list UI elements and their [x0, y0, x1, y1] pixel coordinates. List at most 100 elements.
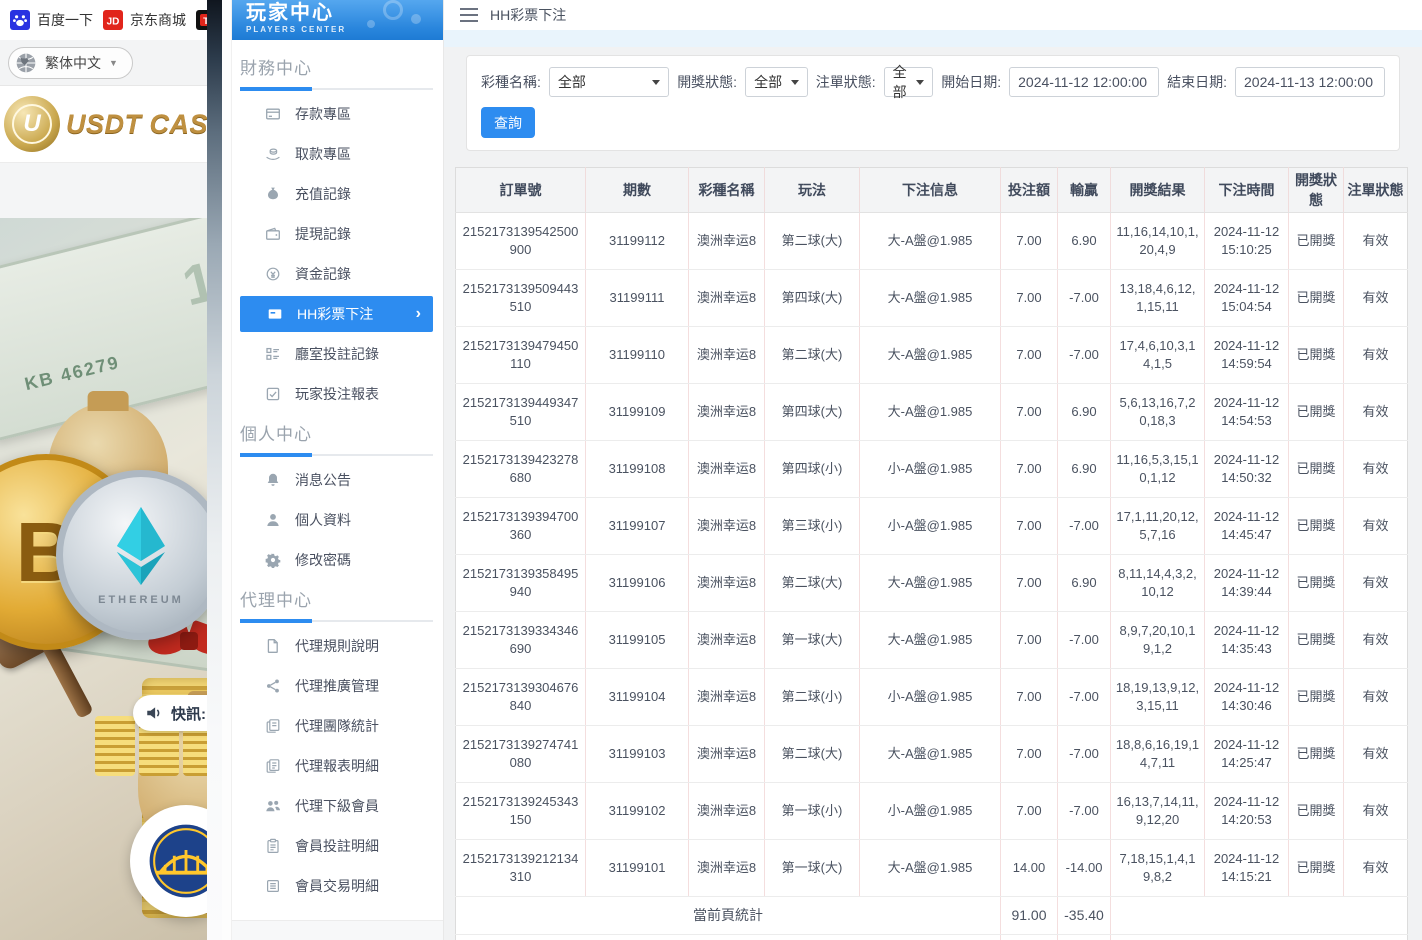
sidebar-menu-item[interactable]: HH彩票下注: [240, 296, 433, 332]
table-row[interactable]: 2152173139542500900 31199112 澳洲幸运8 第二球(大…: [456, 213, 1408, 270]
start-date-input[interactable]: [1009, 67, 1159, 97]
order-status-select[interactable]: 全部: [884, 67, 934, 97]
cell-lottery-name: 澳洲幸运8: [689, 498, 765, 555]
table-header-row: 訂單號 期數 彩種名稱 玩法 下注信息 投注額 輸贏 開獎結果 下注時間 開獎狀…: [456, 168, 1408, 213]
page-summary-row: 當前頁統計 91.00 -35.40: [456, 897, 1408, 935]
sidebar-menu-item[interactable]: 會員交易明細: [238, 866, 435, 906]
sidebar-menu-item[interactable]: 充值記錄: [238, 174, 435, 214]
bell-icon: [264, 472, 281, 489]
page-summary-empty: [1111, 897, 1408, 935]
sidebar-menu-item[interactable]: 代理團隊統計: [238, 706, 435, 746]
table-body: 2152173139542500900 31199112 澳洲幸运8 第二球(大…: [456, 213, 1408, 897]
cell-play-type: 第二球(大): [765, 726, 860, 783]
table-row[interactable]: 2152173139334346690 31199105 澳洲幸运8 第一球(大…: [456, 612, 1408, 669]
cell-draw-result: 11,16,14,10,1,20,4,9: [1111, 213, 1205, 270]
cell-bet-amount: 14.00: [1001, 840, 1058, 897]
table-row[interactable]: 2152173139423278680 31199108 澳洲幸运8 第四球(小…: [456, 441, 1408, 498]
cell-play-type: 第一球(大): [765, 840, 860, 897]
sidebar-menu-item[interactable]: 資金記錄: [238, 254, 435, 294]
sidebar-menu-item[interactable]: 會員投註明細: [238, 826, 435, 866]
cell-bet-amount: 7.00: [1001, 384, 1058, 441]
draw-status-filter-label: 開獎狀態:: [677, 72, 737, 92]
language-selector[interactable]: 繁体中文 ▼: [8, 47, 133, 79]
cell-draw-status: 已開獎: [1289, 270, 1344, 327]
cell-play-type: 第二球(小): [765, 669, 860, 726]
bookmark-jd[interactable]: JD 京东商城: [103, 10, 186, 30]
table-row[interactable]: 2152173139479450110 31199110 澳洲幸运8 第二球(大…: [456, 327, 1408, 384]
cell-bet-time: 2024-11-12 14:15:21: [1205, 840, 1289, 897]
players-center-sidebar: 玩家中心 PLAYERS CENTER 財務中心 存款專區 取款專區 充值記錄 …: [232, 0, 444, 940]
sidebar-menu-item[interactable]: 代理規則說明: [238, 626, 435, 666]
cell-bet-info: 大-A盤@1.985: [860, 327, 1001, 384]
start-date-label: 開始日期:: [941, 72, 1001, 92]
total-summary-bet: 238.00: [1001, 935, 1058, 940]
cell-order-number: 2152173139304676840: [456, 669, 586, 726]
cell-order-number: 2152173139394700360: [456, 498, 586, 555]
document-icon: [264, 638, 281, 655]
cell-play-type: 第二球(大): [765, 327, 860, 384]
usdt-coin-logo-icon: U: [4, 96, 60, 152]
table-row[interactable]: 2152173139212134310 31199101 澳洲幸运8 第一球(大…: [456, 840, 1408, 897]
cell-bet-info: 大-A盤@1.985: [860, 726, 1001, 783]
sidebar-menu-item[interactable]: 存款專區: [238, 94, 435, 134]
menu-item-label: 會員交易明細: [295, 876, 379, 896]
column-header: 投注額: [1001, 168, 1058, 213]
page-summary-bet: 91.00: [1001, 897, 1058, 935]
sidebar-menu-item[interactable]: 代理推廣管理: [238, 666, 435, 706]
table-row[interactable]: 2152173139245343150 31199102 澳洲幸运8 第一球(小…: [456, 783, 1408, 840]
table-row[interactable]: 2152173139304676840 31199104 澳洲幸运8 第二球(小…: [456, 669, 1408, 726]
cell-bet-info: 大-A盤@1.985: [860, 840, 1001, 897]
cell-win-loss: -7.00: [1058, 612, 1111, 669]
bookmark-baidu[interactable]: 百度一下: [10, 10, 93, 30]
sidebar-menu-item[interactable]: 代理報表明細: [238, 746, 435, 786]
table-row[interactable]: 2152173139449347510 31199109 澳洲幸运8 第四球(大…: [456, 384, 1408, 441]
menu-item-label: 廳室投註記錄: [295, 344, 379, 364]
sidebar-body: 財務中心 存款專區 取款專區 充值記錄 提現記錄 資金記錄 HH彩票下注 廳室投…: [232, 40, 443, 906]
cell-bet-info: 大-A盤@1.985: [860, 555, 1001, 612]
cell-bet-info: 小-A盤@1.985: [860, 498, 1001, 555]
cell-bet-amount: 7.00: [1001, 669, 1058, 726]
table-row[interactable]: 2152173139394700360 31199107 澳洲幸运8 第三球(小…: [456, 498, 1408, 555]
column-header: 注單狀態: [1344, 168, 1408, 213]
sidebar-menu-item[interactable]: 修改密碼: [238, 540, 435, 580]
table-row[interactable]: 2152173139358495940 31199106 澳洲幸运8 第二球(大…: [456, 555, 1408, 612]
cell-play-type: 第二球(大): [765, 213, 860, 270]
table-row[interactable]: 2152173139274741080 31199103 澳洲幸运8 第二球(大…: [456, 726, 1408, 783]
cell-draw-status: 已開獎: [1289, 555, 1344, 612]
member-transactions-icon: [264, 878, 281, 895]
cell-period: 31199110: [586, 327, 689, 384]
sidebar-menu-item[interactable]: 個人資料: [238, 500, 435, 540]
cell-order-number: 2152173139334346690: [456, 612, 586, 669]
cell-order-status: 有效: [1344, 498, 1408, 555]
sidebar-menu-item[interactable]: 代理下級會員: [238, 786, 435, 826]
lottery-bet-icon: [266, 306, 283, 323]
draw-status-select[interactable]: 全部: [745, 67, 808, 97]
cell-bet-amount: 7.00: [1001, 783, 1058, 840]
bank-card-icon: [264, 106, 281, 123]
cell-bet-info: 小-A盤@1.985: [860, 783, 1001, 840]
lottery-select[interactable]: 全部: [549, 67, 669, 97]
sidebar-menu-item[interactable]: 消息公告: [238, 460, 435, 500]
cell-period: 31199109: [586, 384, 689, 441]
cell-win-loss: -7.00: [1058, 270, 1111, 327]
screen: 百度一下 JD 京东商城 T 天猫 繁体中文 ▼ U USDT CASINO: [0, 0, 1422, 940]
end-date-input[interactable]: [1235, 67, 1385, 97]
search-button[interactable]: 查詢: [481, 107, 535, 138]
cell-draw-result: 7,18,15,1,4,19,8,2: [1111, 840, 1205, 897]
sidebar-menu-item[interactable]: 取款專區: [238, 134, 435, 174]
total-summary-row: 總統計 238.00 -15.61: [456, 935, 1408, 940]
finance-menu: 存款專區 取款專區 充值記錄 提現記錄 資金記錄 HH彩票下注 廳室投註記錄 玩…: [238, 94, 435, 414]
sidebar-menu-item[interactable]: 廳室投註記錄: [238, 334, 435, 374]
cell-draw-status: 已開獎: [1289, 384, 1344, 441]
column-header: 彩種名稱: [689, 168, 765, 213]
cell-lottery-name: 澳洲幸运8: [689, 270, 765, 327]
menu-item-label: 代理下級會員: [295, 796, 379, 816]
wallet-icon: [264, 226, 281, 243]
section-heading-personal: 個人中心: [238, 420, 435, 445]
cell-draw-status: 已開獎: [1289, 783, 1344, 840]
table-row[interactable]: 2152173139509443510 31199111 澳洲幸运8 第四球(大…: [456, 270, 1408, 327]
sidebar-menu-item[interactable]: 玩家投注報表: [238, 374, 435, 414]
svg-text:JD: JD: [107, 17, 120, 28]
sidebar-menu-item[interactable]: 提現記錄: [238, 214, 435, 254]
menu-toggle-icon[interactable]: [460, 8, 478, 22]
